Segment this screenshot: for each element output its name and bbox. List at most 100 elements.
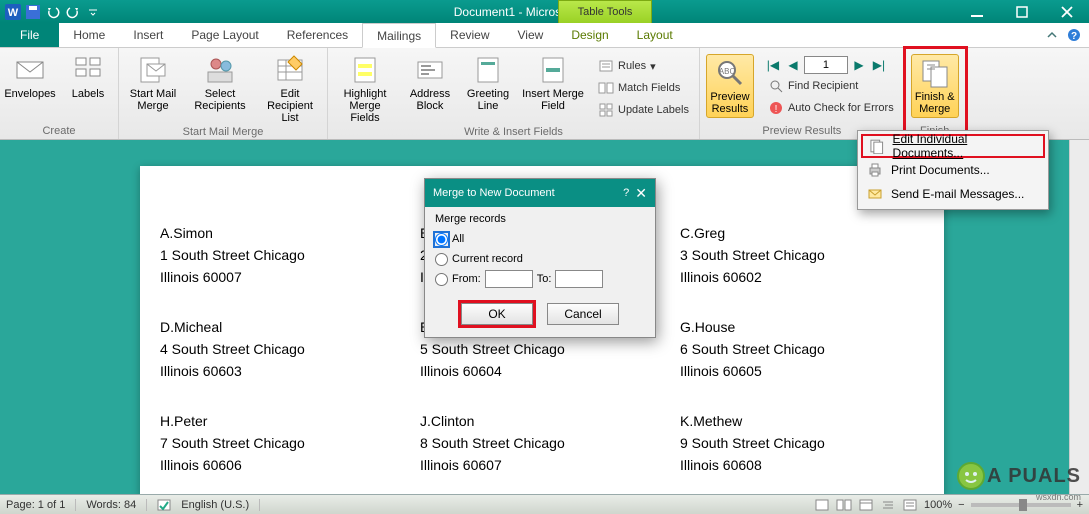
entry-addr: 4 South Street Chicago bbox=[160, 338, 404, 360]
view-web-layout-icon[interactable] bbox=[858, 498, 874, 512]
status-zoom[interactable]: 100% bbox=[924, 499, 952, 511]
tab-file[interactable]: File bbox=[0, 23, 59, 47]
radio-all-label: All bbox=[452, 233, 464, 245]
greeting-line-button[interactable]: Greeting Line bbox=[464, 54, 512, 112]
cancel-button[interactable]: Cancel bbox=[547, 303, 619, 325]
redo-icon[interactable] bbox=[64, 3, 82, 21]
menu-edit-individual-documents[interactable]: Edit Individual Documents... bbox=[861, 134, 1045, 158]
labels-button[interactable]: Labels bbox=[64, 54, 112, 100]
title-bar: W Document1 - Microsoft Word bbox=[0, 0, 1089, 23]
menu-print-documents-label: Print Documents... bbox=[891, 163, 990, 177]
highlight-merge-fields-button[interactable]: Highlight Merge Fields bbox=[334, 54, 396, 124]
finish-merge-label: Finish & Merge bbox=[915, 91, 955, 115]
qat-dropdown-icon[interactable] bbox=[84, 3, 102, 21]
tab-insert[interactable]: Insert bbox=[119, 23, 177, 47]
from-input[interactable] bbox=[485, 270, 533, 288]
edit-recipient-list-button[interactable]: Edit Recipient List bbox=[259, 54, 321, 124]
find-recipient-button[interactable]: Find Recipient bbox=[764, 76, 898, 96]
word-icon: W bbox=[4, 3, 22, 21]
entry-name: K.Methew bbox=[680, 410, 924, 432]
entry-addr: 9 South Street Chicago bbox=[680, 432, 924, 454]
maximize-button[interactable] bbox=[999, 0, 1044, 23]
view-print-layout-icon[interactable] bbox=[814, 498, 830, 512]
next-record-icon[interactable]: ▶ bbox=[850, 56, 868, 74]
group-create-label: Create bbox=[6, 123, 112, 139]
tab-references[interactable]: References bbox=[273, 23, 362, 47]
entry-addr: 3 South Street Chicago bbox=[680, 244, 924, 266]
tab-page-layout[interactable]: Page Layout bbox=[177, 23, 272, 47]
merge-records-label: Merge records bbox=[435, 213, 645, 225]
svg-text:W: W bbox=[8, 7, 19, 19]
record-number-input[interactable] bbox=[804, 56, 848, 74]
dialog-titlebar: Merge to New Document ? ✕ bbox=[425, 179, 655, 207]
first-record-icon[interactable]: |◀ bbox=[764, 56, 782, 74]
view-draft-icon[interactable] bbox=[902, 498, 918, 512]
close-button[interactable] bbox=[1044, 0, 1089, 23]
window-controls bbox=[954, 0, 1089, 23]
tab-home[interactable]: Home bbox=[59, 23, 119, 47]
dialog-title: Merge to New Document bbox=[433, 187, 555, 199]
view-outline-icon[interactable] bbox=[880, 498, 896, 512]
view-full-screen-icon[interactable] bbox=[836, 498, 852, 512]
address-block-button[interactable]: Address Block bbox=[406, 54, 454, 112]
record-navigation: |◀ ◀ ▶ ▶| bbox=[764, 56, 898, 74]
status-language[interactable]: English (U.S.) bbox=[181, 499, 260, 511]
entry-name: C.Greg bbox=[680, 222, 924, 244]
proofing-icon[interactable] bbox=[157, 498, 171, 512]
status-page[interactable]: Page: 1 of 1 bbox=[6, 499, 76, 511]
menu-print-documents[interactable]: Print Documents... bbox=[861, 158, 1045, 182]
last-record-icon[interactable]: ▶| bbox=[870, 56, 888, 74]
tab-design[interactable]: Design bbox=[557, 23, 622, 47]
select-recipients-button[interactable]: Select Recipients bbox=[191, 54, 249, 112]
minimize-ribbon-icon[interactable] bbox=[1045, 28, 1059, 42]
help-icon[interactable]: ? bbox=[1067, 28, 1081, 42]
radio-all[interactable] bbox=[435, 233, 448, 246]
envelopes-button[interactable]: Envelopes bbox=[6, 54, 54, 100]
preview-results-button[interactable]: ABC Preview Results bbox=[706, 54, 754, 118]
entry-name: A.Simon bbox=[160, 222, 404, 244]
zoom-out-button[interactable]: − bbox=[958, 499, 964, 511]
save-icon[interactable] bbox=[24, 3, 42, 21]
watermark-sub: wsxdn.com bbox=[1036, 492, 1081, 502]
finish-merge-menu: Edit Individual Documents... Print Docum… bbox=[857, 130, 1049, 210]
prev-record-icon[interactable]: ◀ bbox=[784, 56, 802, 74]
edit-recipient-list-label: Edit Recipient List bbox=[259, 88, 321, 124]
radio-from[interactable] bbox=[435, 273, 448, 286]
entry-name: D.Micheal bbox=[160, 316, 404, 338]
menu-send-email[interactable]: Send E-mail Messages... bbox=[861, 182, 1045, 206]
group-finish: Finish & Merge Finish bbox=[905, 48, 966, 139]
preview-results-label: Preview Results bbox=[710, 91, 749, 115]
to-input[interactable] bbox=[555, 270, 603, 288]
rules-label: Rules bbox=[618, 60, 646, 72]
table-cell: J.Clinton 8 South Street Chicago Illinoi… bbox=[420, 410, 664, 476]
radio-current[interactable] bbox=[435, 253, 448, 266]
minimize-button[interactable] bbox=[954, 0, 999, 23]
tab-review[interactable]: Review bbox=[436, 23, 503, 47]
match-fields-button[interactable]: Match Fields bbox=[594, 78, 693, 98]
table-column-1: A.Simon 1 South Street Chicago Illinois … bbox=[160, 222, 404, 498]
svg-text:?: ? bbox=[1071, 31, 1077, 42]
dialog-help-icon[interactable]: ? bbox=[623, 187, 629, 199]
zoom-slider[interactable] bbox=[971, 503, 1071, 507]
undo-icon[interactable] bbox=[44, 3, 62, 21]
match-fields-label: Match Fields bbox=[618, 82, 680, 94]
finish-merge-button[interactable]: Finish & Merge bbox=[911, 54, 959, 118]
entry-zip: Illinois 60608 bbox=[680, 454, 924, 476]
insert-merge-field-button[interactable]: Insert Merge Field bbox=[522, 54, 584, 112]
auto-check-errors-button[interactable]: !Auto Check for Errors bbox=[764, 98, 898, 118]
tab-layout[interactable]: Layout bbox=[623, 23, 687, 47]
dialog-close-icon[interactable]: ✕ bbox=[635, 185, 647, 202]
vertical-scrollbar[interactable] bbox=[1069, 140, 1089, 494]
start-mail-merge-button[interactable]: Start Mail Merge bbox=[125, 54, 181, 112]
rules-button[interactable]: Rules ▾ bbox=[594, 56, 693, 76]
tab-view[interactable]: View bbox=[504, 23, 558, 47]
table-cell: D.Micheal 4 South Street Chicago Illinoi… bbox=[160, 316, 404, 382]
ok-button[interactable]: OK bbox=[461, 303, 533, 325]
update-labels-label: Update Labels bbox=[618, 104, 689, 116]
highlight-merge-fields-label: Highlight Merge Fields bbox=[334, 88, 396, 124]
table-cell: K.Methew 9 South Street Chicago Illinois… bbox=[680, 410, 924, 476]
tab-mailings[interactable]: Mailings bbox=[362, 23, 436, 48]
update-labels-button[interactable]: Update Labels bbox=[594, 100, 693, 120]
status-bar: Page: 1 of 1 Words: 84 English (U.S.) 10… bbox=[0, 494, 1089, 514]
status-words[interactable]: Words: 84 bbox=[86, 499, 147, 511]
